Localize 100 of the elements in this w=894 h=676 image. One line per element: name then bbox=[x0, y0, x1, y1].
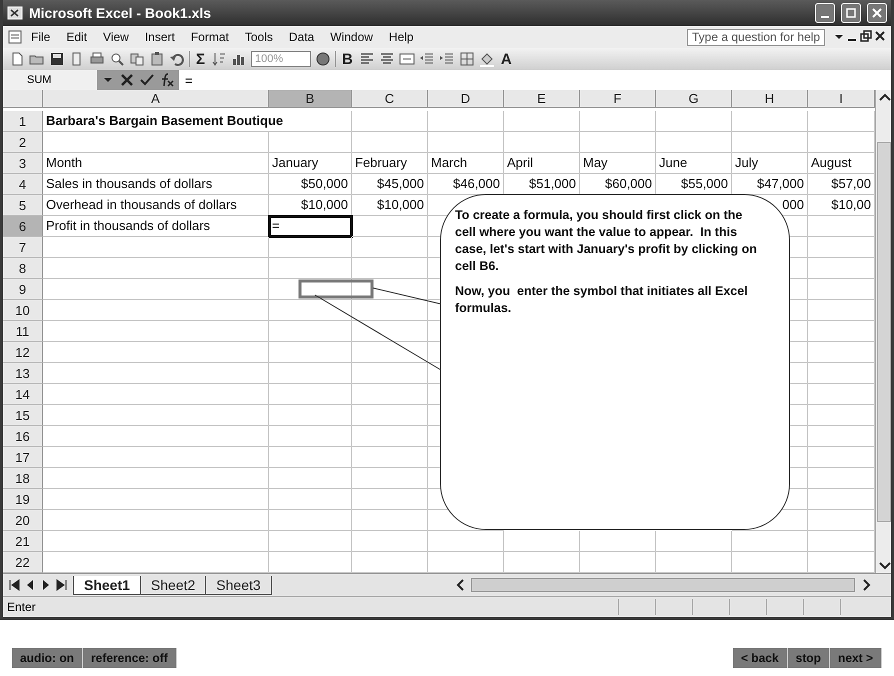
table-cell[interactable] bbox=[352, 384, 428, 405]
row-header[interactable]: 3 bbox=[3, 153, 43, 174]
table-cell[interactable] bbox=[269, 363, 352, 384]
table-cell[interactable] bbox=[352, 363, 428, 384]
table-cell[interactable] bbox=[352, 405, 428, 426]
table-cell[interactable] bbox=[269, 468, 352, 489]
table-cell[interactable]: July bbox=[732, 153, 808, 174]
table-cell[interactable]: $10,000 bbox=[269, 195, 352, 216]
table-cell[interactable] bbox=[352, 111, 428, 132]
table-cell[interactable]: $50,000 bbox=[269, 174, 352, 195]
table-cell[interactable]: January bbox=[269, 153, 352, 174]
table-cell[interactable] bbox=[43, 510, 269, 531]
table-cell[interactable]: Barbara's Bargain Basement Boutique bbox=[43, 111, 352, 132]
insert-function-icon[interactable] bbox=[159, 72, 175, 88]
table-cell[interactable]: $45,000 bbox=[352, 174, 428, 195]
player-button[interactable]: audio: on bbox=[12, 648, 83, 668]
menu-item[interactable]: Edit bbox=[58, 28, 96, 46]
table-cell[interactable]: March bbox=[428, 153, 504, 174]
table-cell[interactable] bbox=[43, 237, 269, 258]
table-cell[interactable]: Overhead in thousands of dollars bbox=[43, 195, 269, 216]
row-header[interactable]: 9 bbox=[3, 279, 43, 300]
table-cell[interactable] bbox=[43, 258, 269, 279]
table-cell[interactable] bbox=[269, 279, 352, 300]
vertical-scrollbar[interactable] bbox=[875, 90, 891, 573]
table-cell[interactable] bbox=[580, 531, 656, 552]
table-cell[interactable] bbox=[43, 342, 269, 363]
align-center-icon[interactable] bbox=[378, 51, 395, 67]
row-header[interactable]: 10 bbox=[3, 300, 43, 321]
table-cell[interactable] bbox=[43, 447, 269, 468]
row-header[interactable]: 20 bbox=[3, 510, 43, 531]
active-cell[interactable]: = bbox=[269, 216, 352, 237]
table-cell[interactable]: February bbox=[352, 153, 428, 174]
table-cell[interactable] bbox=[269, 405, 352, 426]
row-header[interactable]: 5 bbox=[3, 195, 43, 216]
table-cell[interactable] bbox=[352, 468, 428, 489]
save-icon[interactable] bbox=[49, 51, 65, 67]
table-cell[interactable] bbox=[352, 216, 428, 237]
player-button[interactable]: reference: off bbox=[83, 648, 177, 668]
name-box[interactable]: SUM bbox=[3, 70, 97, 90]
table-cell[interactable] bbox=[269, 300, 352, 321]
table-cell[interactable] bbox=[656, 132, 732, 153]
table-cell[interactable] bbox=[352, 258, 428, 279]
help-search-field[interactable]: Type a question for help bbox=[687, 28, 825, 46]
row-header[interactable]: 11 bbox=[3, 321, 43, 342]
table-cell[interactable] bbox=[580, 132, 656, 153]
column-header[interactable]: B bbox=[269, 90, 352, 108]
table-cell[interactable] bbox=[43, 384, 269, 405]
table-cell[interactable] bbox=[269, 321, 352, 342]
column-header[interactable]: E bbox=[504, 90, 580, 108]
table-cell[interactable] bbox=[43, 321, 269, 342]
app-icon[interactable] bbox=[7, 5, 23, 21]
table-cell[interactable] bbox=[352, 489, 428, 510]
column-header[interactable]: I bbox=[808, 90, 875, 108]
table-cell[interactable]: Month bbox=[43, 153, 269, 174]
table-cell[interactable]: June bbox=[656, 153, 732, 174]
row-header[interactable]: 2 bbox=[3, 132, 43, 153]
row-header[interactable]: 14 bbox=[3, 384, 43, 405]
table-cell[interactable] bbox=[269, 237, 352, 258]
table-cell[interactable]: May bbox=[580, 153, 656, 174]
table-cell[interactable] bbox=[269, 426, 352, 447]
table-cell[interactable]: Profit in thousands of dollars bbox=[43, 216, 269, 237]
table-cell[interactable] bbox=[352, 426, 428, 447]
table-cell[interactable] bbox=[352, 300, 428, 321]
merge-cells-icon[interactable] bbox=[398, 51, 415, 67]
table-cell[interactable] bbox=[732, 111, 808, 132]
menu-item[interactable]: Format bbox=[182, 28, 237, 46]
table-cell[interactable] bbox=[656, 531, 732, 552]
table-cell[interactable] bbox=[352, 531, 428, 552]
table-cell[interactable] bbox=[269, 447, 352, 468]
row-header[interactable]: 15 bbox=[3, 405, 43, 426]
table-cell[interactable] bbox=[43, 531, 269, 552]
row-header[interactable]: 4 bbox=[3, 174, 43, 195]
player-button[interactable]: < back bbox=[732, 648, 788, 668]
table-cell[interactable] bbox=[504, 132, 580, 153]
table-cell[interactable] bbox=[352, 321, 428, 342]
column-header[interactable]: C bbox=[352, 90, 428, 108]
row-header[interactable]: 17 bbox=[3, 447, 43, 468]
align-left-icon[interactable] bbox=[358, 51, 375, 67]
menu-item[interactable]: View bbox=[95, 28, 137, 46]
cut-icon[interactable] bbox=[129, 51, 145, 67]
table-cell[interactable] bbox=[269, 384, 352, 405]
table-cell[interactable] bbox=[580, 111, 656, 132]
table-cell[interactable]: April bbox=[504, 153, 580, 174]
player-button[interactable]: stop bbox=[788, 648, 830, 668]
row-header[interactable]: 7 bbox=[3, 237, 43, 258]
borders-icon[interactable] bbox=[458, 51, 475, 67]
sheet-tab[interactable]: Sheet2 bbox=[140, 576, 206, 594]
player-button[interactable]: next > bbox=[830, 648, 882, 668]
last-sheet-icon[interactable] bbox=[55, 577, 69, 593]
table-cell[interactable] bbox=[352, 237, 428, 258]
column-header[interactable]: F bbox=[580, 90, 656, 108]
row-header[interactable]: 6 bbox=[3, 216, 43, 237]
close-button[interactable] bbox=[867, 3, 887, 23]
table-cell[interactable] bbox=[428, 132, 504, 153]
table-cell[interactable] bbox=[732, 531, 808, 552]
column-header[interactable]: D bbox=[428, 90, 504, 108]
paste-icon[interactable] bbox=[149, 51, 165, 67]
table-cell[interactable] bbox=[269, 342, 352, 363]
table-cell[interactable] bbox=[504, 531, 580, 552]
maximize-button[interactable] bbox=[841, 3, 861, 23]
